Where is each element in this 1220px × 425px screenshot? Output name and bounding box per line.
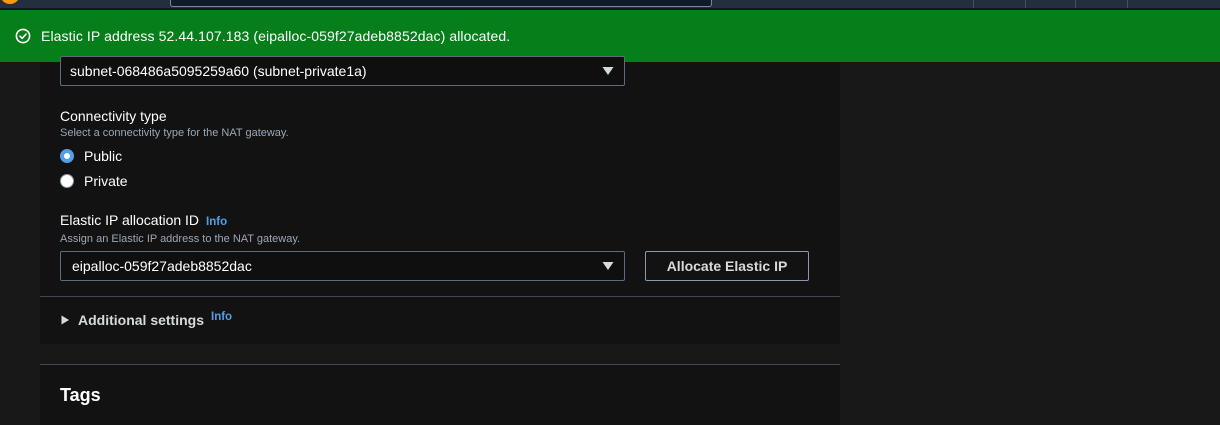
elastic-ip-allocation-label: Elastic IP allocation ID	[60, 212, 200, 228]
section-divider	[40, 296, 840, 297]
caret-down-icon	[602, 66, 614, 76]
elastic-ip-select-value: eipalloc-059f27adeb8852dac	[72, 258, 252, 274]
nav-separator	[973, 0, 974, 8]
radio-button-selected[interactable]	[60, 149, 74, 163]
success-flash-banner: Elastic IP address 52.44.107.183 (eipall…	[0, 10, 1220, 62]
nav-separator	[1127, 0, 1128, 8]
elastic-ip-allocation-label-row: Elastic IP allocation ID Info	[60, 212, 227, 228]
flash-message: Elastic IP address 52.44.107.183 (eipall…	[41, 28, 511, 44]
tags-panel: Tags	[40, 364, 840, 425]
subnet-select-value: subnet-068486a5095259a60 (subnet-private…	[70, 63, 367, 79]
top-navigation-bar	[0, 0, 1220, 8]
nav-separator	[1075, 0, 1076, 8]
connectivity-type-description: Select a connectivity type for the NAT g…	[60, 127, 289, 139]
radio-private-label: Private	[84, 173, 128, 189]
success-check-icon	[15, 28, 31, 44]
caret-right-icon	[60, 315, 70, 325]
aws-logo[interactable]	[0, 0, 20, 4]
radio-public-label: Public	[84, 148, 123, 164]
radio-private[interactable]: Private	[60, 173, 128, 189]
elastic-ip-allocation-description: Assign an Elastic IP address to the NAT …	[60, 233, 301, 245]
search-input[interactable]	[170, 0, 712, 7]
nat-gateway-settings-panel: subnet-068486a5095259a60 (subnet-private…	[40, 56, 840, 344]
tags-heading: Tags	[60, 385, 101, 405]
additional-settings-label: Additional settings	[78, 312, 204, 328]
additional-settings-info-link[interactable]: Info	[211, 311, 232, 323]
nav-separator	[1025, 0, 1026, 8]
additional-settings-expander[interactable]: Additional settings Info	[60, 311, 232, 328]
caret-down-icon	[602, 261, 614, 271]
allocate-elastic-ip-button[interactable]: Allocate Elastic IP	[645, 251, 809, 281]
subnet-select[interactable]: subnet-068486a5095259a60 (subnet-private…	[60, 56, 625, 86]
elastic-ip-info-link[interactable]: Info	[206, 216, 227, 228]
connectivity-type-label: Connectivity type	[60, 108, 167, 124]
radio-button-unselected[interactable]	[60, 174, 74, 188]
radio-public[interactable]: Public	[60, 148, 122, 164]
elastic-ip-select[interactable]: eipalloc-059f27adeb8852dac	[60, 251, 625, 281]
